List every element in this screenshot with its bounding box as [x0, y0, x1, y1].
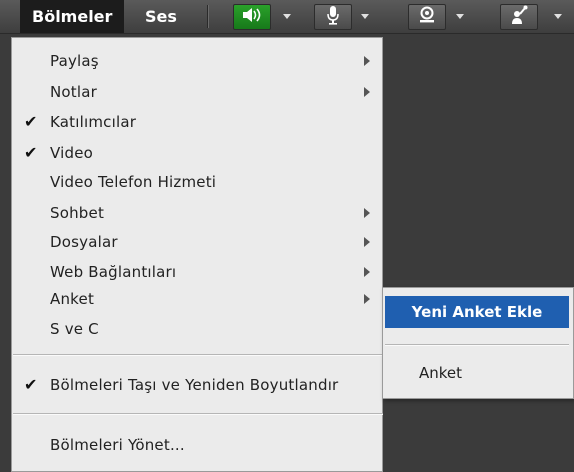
submenu-divider — [385, 344, 569, 346]
microphone-dropdown-arrow[interactable] — [354, 4, 376, 28]
menu-item-label: Video Telefon Hizmeti — [50, 173, 217, 191]
microphone-button[interactable] — [314, 4, 352, 30]
speaker-icon — [241, 7, 263, 27]
menu-item-label: Sohbet — [50, 204, 105, 222]
menu-divider — [13, 354, 383, 356]
raise-hand-button[interactable] — [500, 4, 538, 30]
submenu-item-add-poll[interactable]: Yeni Anket Ekle — [385, 296, 569, 328]
raise-hand-icon — [509, 5, 529, 29]
menu-item-dosyalar[interactable]: Dosyalar — [12, 227, 382, 257]
microphone-icon — [325, 5, 341, 29]
bolmeler-menu: Paylaş Notlar ✔ Katılımcılar ✔ Video Vid… — [11, 37, 383, 472]
toolbar-divider — [207, 5, 209, 28]
raise-hand-dropdown-arrow[interactable] — [548, 4, 568, 28]
menu-item-web-baglantilari[interactable]: Web Bağlantıları — [12, 257, 382, 287]
webcam-icon — [417, 6, 437, 28]
menu-item-paylas[interactable]: Paylaş — [12, 46, 382, 76]
webcam-button[interactable] — [408, 4, 446, 30]
menu-item-anket[interactable]: Anket — [12, 284, 382, 314]
menu-item-label: Web Bağlantıları — [50, 263, 177, 281]
menu-item-move-resize[interactable]: ✔ Bölmeleri Taşı ve Yeniden Boyutlandır — [12, 370, 382, 400]
menu-item-label: Anket — [50, 290, 95, 308]
menu-item-label: Paylaş — [50, 52, 99, 70]
submenu-item-poll[interactable]: Anket — [419, 358, 462, 388]
checkmark-icon: ✔ — [24, 112, 38, 131]
menu-item-video-telefon-hizmeti[interactable]: Video Telefon Hizmeti — [12, 167, 382, 197]
submenu-arrow-icon — [364, 237, 370, 247]
submenu-arrow-icon — [364, 208, 370, 218]
submenu-arrow-icon — [364, 87, 370, 97]
menu-item-s-ve-c[interactable]: S ve C — [12, 314, 382, 344]
menu-item-label: S ve C — [50, 320, 99, 338]
menu-bolmeler[interactable]: Bölmeler — [20, 0, 125, 33]
webcam-dropdown-arrow[interactable] — [449, 4, 471, 28]
menu-item-label: Dosyalar — [50, 233, 118, 251]
menu-item-notlar[interactable]: Notlar — [12, 77, 382, 107]
anket-submenu: Yeni Anket Ekle Anket — [382, 287, 574, 399]
submenu-arrow-icon — [364, 267, 370, 277]
menu-item-label: Notlar — [50, 83, 98, 101]
menu-item-sohbet[interactable]: Sohbet — [12, 198, 382, 228]
menu-ses[interactable]: Ses — [133, 0, 189, 33]
menu-item-manage-pods[interactable]: Bölmeleri Yönet... — [12, 430, 382, 460]
menu-item-label: Katılımcılar — [50, 113, 137, 131]
menu-divider — [13, 413, 383, 415]
menu-item-video[interactable]: ✔ Video — [12, 138, 382, 168]
checkmark-icon: ✔ — [24, 143, 38, 162]
speaker-button[interactable] — [233, 4, 271, 30]
submenu-arrow-icon — [364, 56, 370, 66]
menu-item-label: Bölmeleri Taşı ve Yeniden Boyutlandır — [50, 376, 339, 394]
menu-item-label: Bölmeleri Yönet... — [50, 436, 185, 454]
top-toolbar: Bölmeler Ses — [0, 0, 574, 34]
menu-item-label: Video — [50, 144, 94, 162]
checkmark-icon: ✔ — [24, 375, 38, 394]
menu-item-katilimcilar[interactable]: ✔ Katılımcılar — [12, 107, 382, 137]
speaker-dropdown-arrow[interactable] — [276, 4, 298, 28]
submenu-arrow-icon — [364, 294, 370, 304]
